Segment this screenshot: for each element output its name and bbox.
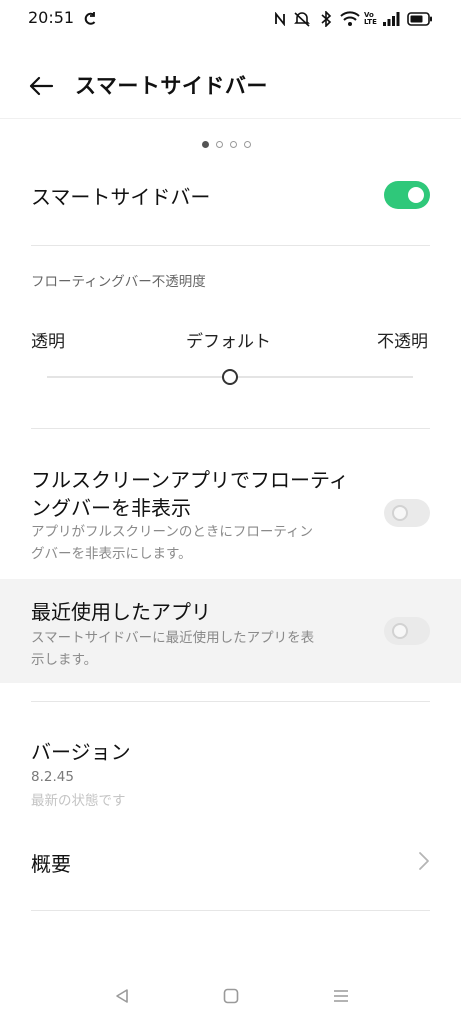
fullscreen-hide-title-line1: フルスクリーンアプリでフローティ: [31, 468, 349, 492]
status-time: 20:51: [28, 8, 75, 27]
divider: [31, 245, 430, 246]
page-dot: [202, 141, 209, 148]
recent-apps-title: 最近使用したアプリ: [31, 600, 211, 624]
page-dot: [216, 141, 223, 148]
toggle-knob: [408, 187, 424, 203]
recent-apps-desc-line1: スマートサイドバーに最近使用したアプリを表: [31, 630, 315, 646]
version-number: 8.2.45: [31, 769, 74, 785]
nfc-icon: [273, 10, 287, 28]
toggle-knob: [392, 623, 408, 639]
version-status: 最新の状態です: [31, 793, 126, 809]
nav-back-icon[interactable]: [110, 984, 134, 1008]
opacity-right-label: 不透明: [377, 332, 428, 352]
divider: [31, 428, 430, 429]
wifi-icon: [340, 10, 360, 28]
page-title: スマートサイドバー: [75, 74, 268, 98]
chevron-right-icon: [419, 852, 429, 870]
nav-home-icon[interactable]: [219, 984, 243, 1008]
battery-icon: [406, 10, 434, 28]
divider: [31, 910, 430, 911]
nav-recents-icon[interactable]: [329, 984, 353, 1008]
smart-sidebar-label: スマートサイドバー: [31, 185, 211, 209]
sync-icon: [82, 10, 98, 28]
fullscreen-hide-title-line2: ングバーを非表示: [31, 496, 191, 520]
page-dot: [244, 141, 251, 148]
fullscreen-hide-desc-line2: グバーを非表示にします。: [31, 546, 192, 562]
header-divider: [0, 118, 461, 119]
recent-apps-desc-line2: 示します。: [31, 652, 98, 668]
bluetooth-icon: [318, 10, 334, 28]
version-title: バージョン: [31, 740, 131, 764]
back-arrow-icon: [29, 76, 54, 96]
fullscreen-hide-desc-line1: アプリがフルスクリーンのときにフローティン: [31, 524, 314, 540]
opacity-section-title: フローティングバー不透明度: [31, 274, 206, 290]
opacity-slider-thumb[interactable]: [222, 369, 238, 385]
recent-apps-toggle[interactable]: [384, 617, 430, 645]
volte-icon: Vo LTE: [364, 11, 377, 26]
mute-icon: [293, 10, 311, 28]
signal-icon: [381, 10, 401, 28]
smart-sidebar-toggle[interactable]: [384, 181, 430, 209]
page-dot: [230, 141, 237, 148]
opacity-left-label: 透明: [31, 332, 65, 352]
overview-label: 概要: [31, 852, 71, 876]
fullscreen-hide-toggle[interactable]: [384, 499, 430, 527]
toggle-knob: [392, 505, 408, 521]
opacity-center-label: デフォルト: [186, 332, 271, 352]
page-indicator: [202, 141, 251, 148]
status-bar: 20:51 Vo LTE: [0, 0, 461, 40]
divider: [31, 701, 430, 702]
back-button[interactable]: [22, 72, 58, 100]
